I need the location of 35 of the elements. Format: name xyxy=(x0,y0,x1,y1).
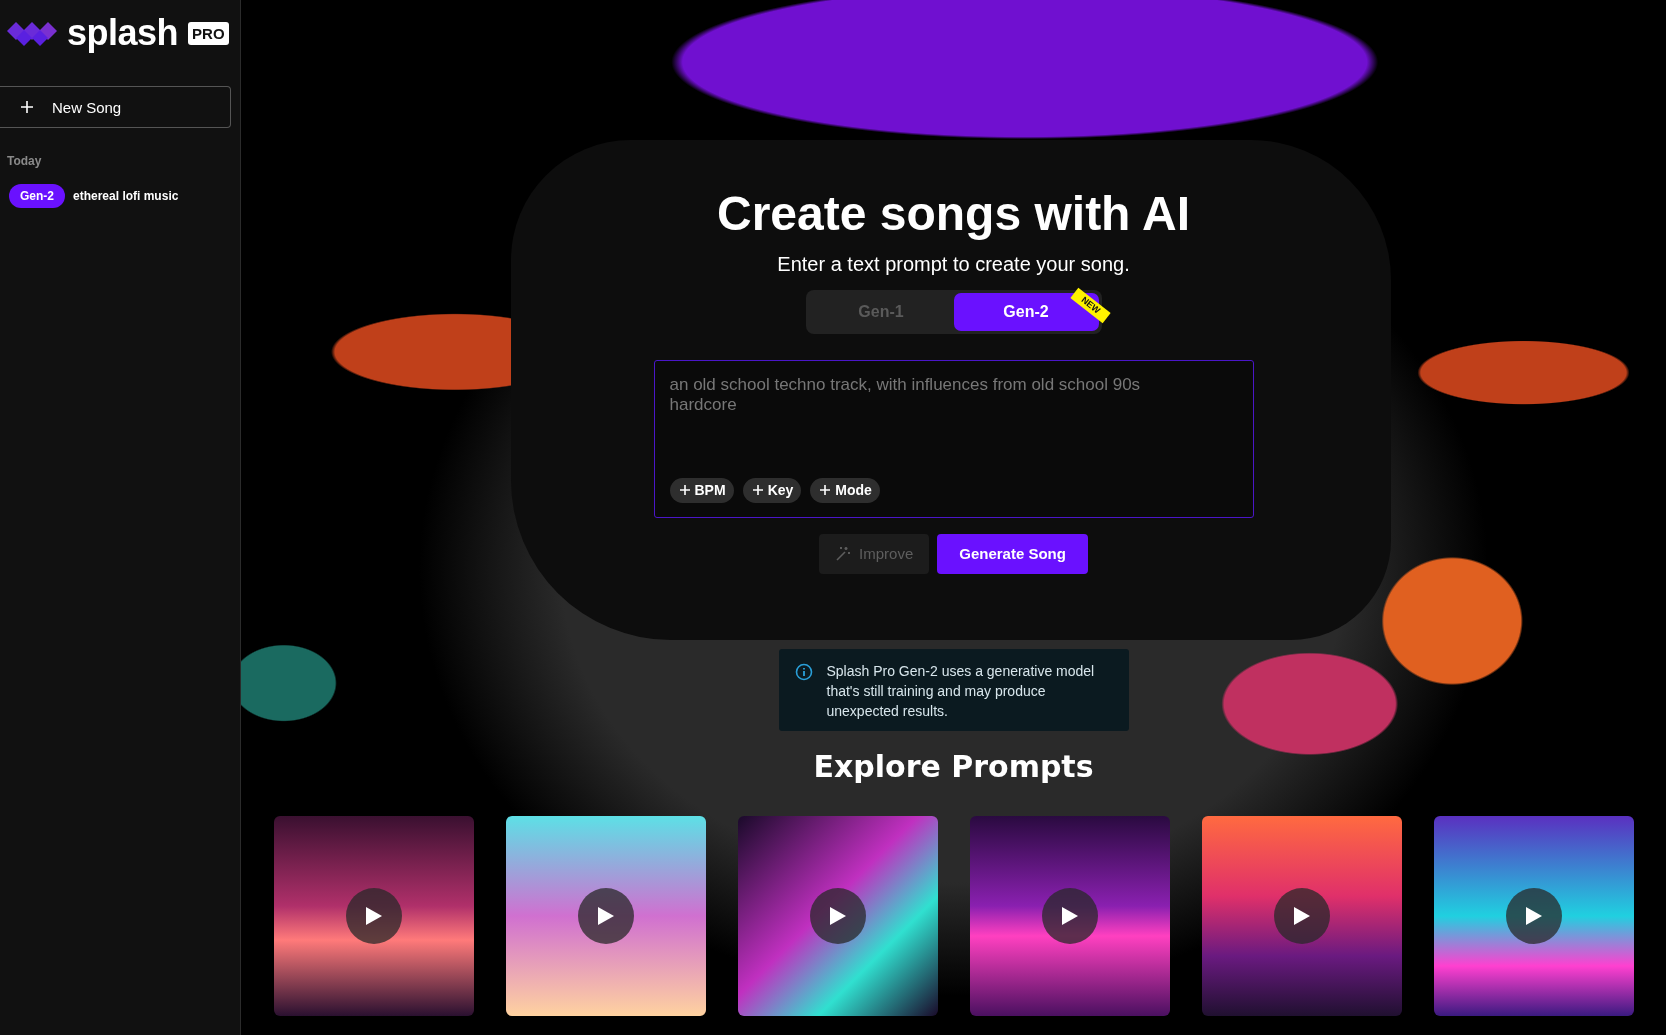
add-chip[interactable]: BPM xyxy=(669,477,734,503)
cover-image[interactable] xyxy=(1201,815,1402,1016)
cover-image[interactable] xyxy=(273,815,474,1016)
pro-badge: PRO xyxy=(188,21,229,45)
generate-button[interactable]: Generate Song xyxy=(937,533,1088,574)
subtitle: Enter a text prompt to create your song. xyxy=(777,252,1130,276)
play-icon xyxy=(1060,905,1079,926)
song-item[interactable]: Gen-2 ethereal lofi music xyxy=(9,184,240,208)
song-title: ethereal lofi music xyxy=(73,189,179,203)
play-icon xyxy=(1524,905,1543,926)
magic-wand-icon xyxy=(835,545,852,562)
model-tag: Gen-2 xyxy=(9,184,65,208)
cover-image[interactable] xyxy=(737,815,938,1016)
plus-icon xyxy=(820,485,831,496)
plus-icon xyxy=(752,485,763,496)
section-heading: Today xyxy=(7,154,43,168)
section-title: Explore Prompts xyxy=(813,748,1094,784)
info-icon xyxy=(794,662,813,681)
plus-icon xyxy=(20,100,34,114)
prompt-field[interactable]: an old school techno track, with influences from old school 90s hardcore BPM Key Mode xyxy=(653,359,1254,518)
play-icon xyxy=(1292,905,1311,926)
play-icon xyxy=(596,905,615,926)
brand-name: splash xyxy=(67,12,179,54)
notice-text: Splash Pro Gen-2 uses a generative model that's still training and may produce unexpected results. xyxy=(826,661,1096,721)
play-button[interactable] xyxy=(809,887,866,944)
page-title: Create songs with AI xyxy=(717,188,1190,241)
add-chip[interactable]: Mode xyxy=(810,477,880,503)
cover-image[interactable] xyxy=(1433,815,1634,1016)
play-icon xyxy=(364,905,383,926)
add-chip[interactable]: Key xyxy=(742,477,802,503)
new-song-button[interactable]: New Song xyxy=(0,86,231,128)
plus-icon xyxy=(679,485,690,496)
cover-image[interactable] xyxy=(505,815,706,1016)
cover-image[interactable] xyxy=(969,815,1170,1016)
play-icon xyxy=(828,905,847,926)
